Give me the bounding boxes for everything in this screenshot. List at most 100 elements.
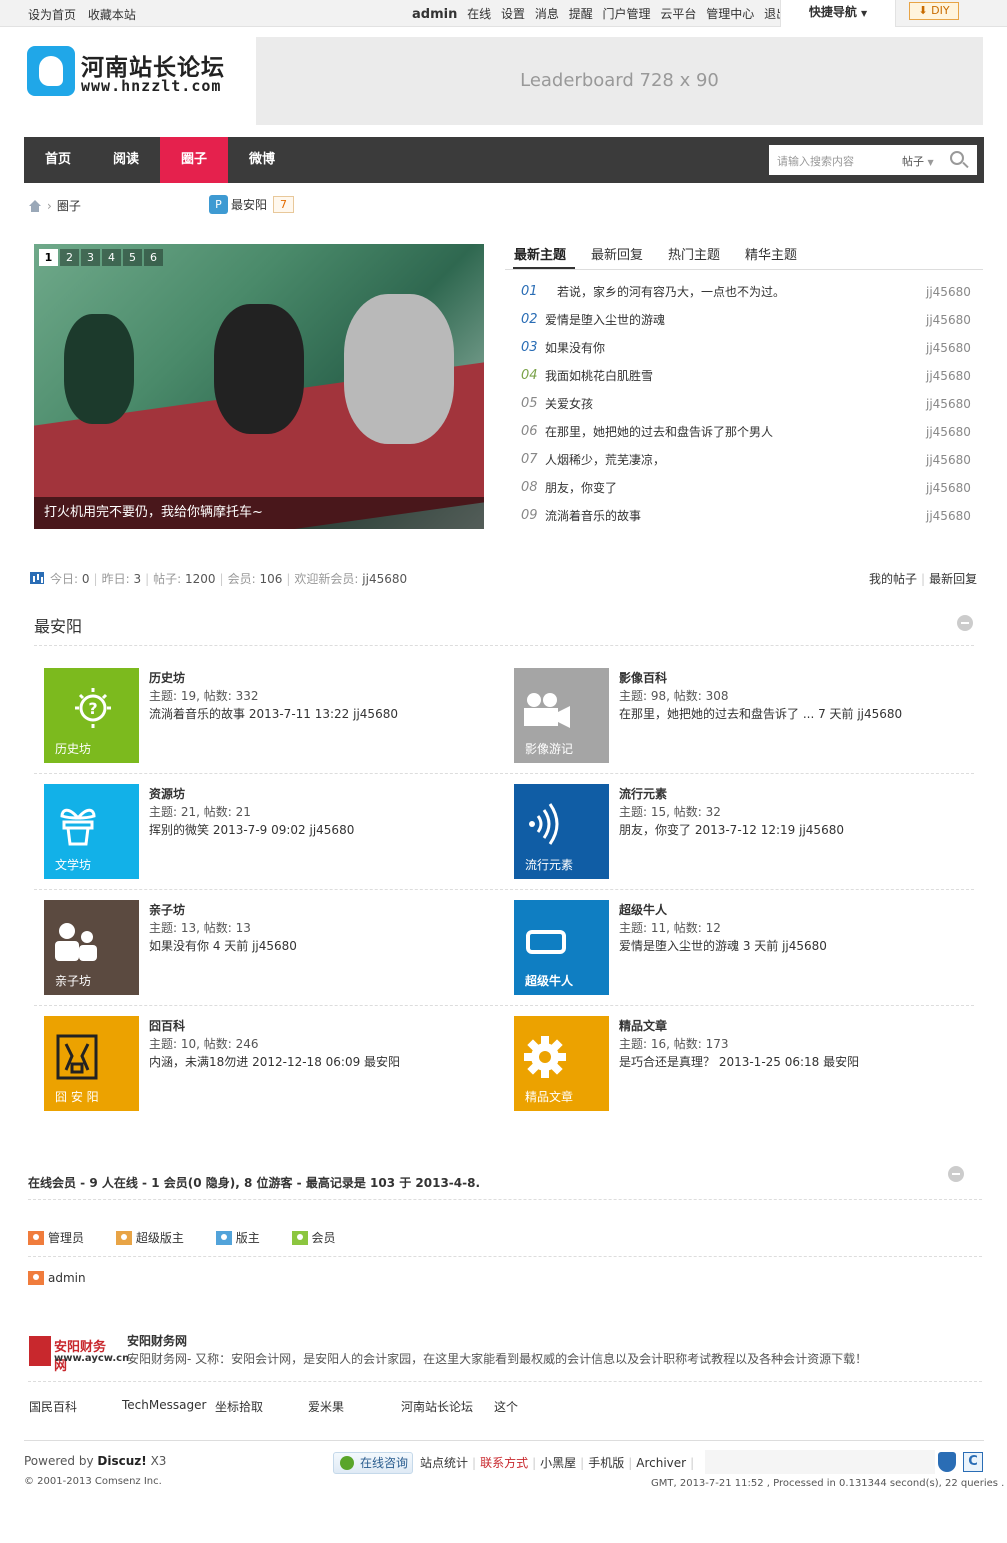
thread-subject[interactable]: 人烟稀少，荒芜凄凉， — [545, 446, 665, 474]
forum-tile[interactable]: ? 历史坊 — [44, 668, 139, 763]
tab-latest-threads[interactable]: 最新主题 — [514, 244, 566, 263]
tab-digest-threads[interactable]: 精华主题 — [745, 244, 797, 263]
forum-last-post[interactable]: 内涵，未满18勿进 2012-12-18 06:09 最安阳 — [149, 1053, 400, 1070]
thread-author[interactable]: jj45680 — [926, 474, 971, 502]
text-link[interactable]: 河南站长论坛 — [401, 1398, 473, 1415]
forum-last-post[interactable]: 爱情是堕入尘世的游魂 3 天前 jj45680 — [619, 937, 827, 954]
forum-tile[interactable]: 精品文章 — [514, 1016, 609, 1111]
forum-last-post[interactable]: 朋友，你变了 2013-7-12 12:19 jj45680 — [619, 821, 844, 838]
bookmark-link[interactable]: 收藏本站 — [88, 8, 136, 22]
tab-hot-threads[interactable]: 热门主题 — [668, 244, 720, 263]
forum-item[interactable]: 流行元素 流行元素 主题: 15, 帖数: 32 朋友，你变了 2013-7-1… — [514, 784, 974, 880]
slider-page-button[interactable]: 6 — [144, 249, 163, 266]
slider-page-button[interactable]: 4 — [102, 249, 121, 266]
circle-tag[interactable]: P 最安阳 7 — [209, 195, 295, 214]
forum-tile[interactable]: 超级牛人 — [514, 900, 609, 995]
forum-name[interactable]: 囧百科 — [149, 1017, 185, 1034]
text-link[interactable]: 坐标拾取 — [215, 1398, 263, 1415]
nav-item-read[interactable]: 阅读 — [92, 137, 160, 183]
forum-item[interactable]: 精品文章 精品文章 主题: 16, 帖数: 173 是巧合还是真理？ 2013-… — [514, 1016, 974, 1112]
username-link[interactable]: admin — [412, 7, 457, 22]
site-logo[interactable]: 河南站长论坛 www.hnzzlt.com — [27, 46, 227, 98]
online-link[interactable]: 在线 — [467, 7, 491, 21]
thread-subject[interactable]: 在那里，她把她的过去和盘告诉了那个男人 — [545, 418, 773, 446]
thread-subject[interactable]: 爱情是堕入尘世的游魂 — [545, 306, 665, 334]
thread-author[interactable]: jj45680 — [926, 390, 971, 418]
thread-subject[interactable]: 朋友，你变了 — [545, 474, 617, 502]
search-type-select[interactable]: 帖子 ▼ — [902, 153, 934, 169]
forum-last-post[interactable]: 流淌着音乐的故事 2013-7-11 13:22 jj45680 — [149, 705, 398, 722]
my-posts-link[interactable]: 我的帖子 — [869, 572, 917, 586]
search-icon[interactable] — [950, 151, 964, 165]
online-username[interactable]: admin — [48, 1271, 86, 1285]
forum-tile[interactable]: 亲子坊 — [44, 900, 139, 995]
forum-name[interactable]: 历史坊 — [149, 669, 185, 686]
forum-name[interactable]: 流行元素 — [619, 785, 667, 802]
thread-row[interactable]: 09 流淌着音乐的故事 jj45680 — [505, 502, 983, 530]
set-homepage-link[interactable]: 设为首页 — [28, 8, 76, 22]
site-stats-link[interactable]: 站点统计 — [420, 1456, 468, 1470]
nav-item-circle[interactable]: 圈子 — [160, 137, 228, 183]
thread-row[interactable]: 03 如果没有你 jj45680 — [505, 334, 983, 362]
thread-row[interactable]: 08 朋友，你变了 jj45680 — [505, 474, 983, 502]
forum-name[interactable]: 影像百科 — [619, 669, 667, 686]
quick-nav-button[interactable]: 快捷导航 ▼ — [780, 0, 896, 27]
forum-name[interactable]: 资源坊 — [149, 785, 185, 802]
thread-author[interactable]: jj45680 — [926, 306, 971, 334]
contact-link[interactable]: 联系方式 — [480, 1456, 528, 1470]
online-consult-button[interactable]: 在线咨询 — [333, 1452, 413, 1474]
archiver-link[interactable]: Archiver — [636, 1456, 686, 1470]
forum-item[interactable]: 囧 安 阳 囧百科 主题: 10, 帖数: 246 内涵，未满18勿进 2012… — [44, 1016, 504, 1112]
thread-author[interactable]: jj45680 — [926, 418, 971, 446]
search-input[interactable]: 请输入搜索内容 — [777, 153, 854, 169]
forum-last-post[interactable]: 如果没有你 4 天前 jj45680 — [149, 937, 297, 954]
discuz-link[interactable]: Discuz! — [97, 1454, 146, 1468]
text-link[interactable]: TechMessager — [122, 1398, 206, 1412]
blacklist-link[interactable]: 小黑屋 — [540, 1456, 576, 1470]
leaderboard-ad[interactable]: Leaderboard 728 x 90 — [256, 37, 983, 125]
breadcrumb-current[interactable]: 圈子 — [57, 199, 81, 213]
thread-subject[interactable]: 如果没有你 — [545, 334, 605, 362]
thread-row[interactable]: 01 若说，家乡的河有容乃大，一点也不为过。 jj45680 — [505, 278, 983, 306]
thread-subject[interactable]: 若说，家乡的河有容乃大，一点也不为过。 — [557, 278, 785, 306]
online-summary[interactable]: 在线会员 - 9 人在线 - 1 会员(0 隐身), 8 位游客 - 最高记录是… — [28, 1174, 480, 1191]
diy-button[interactable]: ⬇ DIY — [909, 2, 959, 20]
text-link[interactable]: 这个 — [494, 1398, 518, 1415]
slide-caption[interactable]: 打火机用完不要仍，我给你辆摩托车~ — [34, 497, 484, 529]
thread-author[interactable]: jj45680 — [926, 278, 971, 306]
forum-tile[interactable]: 囧 安 阳 — [44, 1016, 139, 1111]
forum-tile[interactable]: 流行元素 — [514, 784, 609, 879]
cloud-platform-link[interactable]: 云平台 — [660, 7, 696, 21]
mobile-link[interactable]: 手机版 — [588, 1456, 624, 1470]
nav-item-weibo[interactable]: 微博 — [228, 137, 296, 183]
cnzz-icon[interactable]: C — [963, 1452, 983, 1472]
forum-tile[interactable]: 文学坊 — [44, 784, 139, 879]
thread-author[interactable]: jj45680 — [926, 502, 971, 530]
forum-last-post[interactable]: 是巧合还是真理？ 2013-1-25 06:18 最安阳 — [619, 1053, 859, 1070]
thread-author[interactable]: jj45680 — [926, 334, 971, 362]
slider-page-button[interactable]: 1 — [39, 249, 58, 266]
thread-subject[interactable]: 关爱女孩 — [545, 390, 593, 418]
settings-link[interactable]: 设置 — [501, 7, 525, 21]
forum-last-post[interactable]: 在那里，她把她的过去和盘告诉了 ... 7 天前 jj45680 — [619, 705, 902, 722]
thread-row[interactable]: 02 爱情是堕入尘世的游魂 jj45680 — [505, 306, 983, 334]
thread-author[interactable]: jj45680 — [926, 446, 971, 474]
reminders-link[interactable]: 提醒 — [569, 7, 593, 21]
forum-item[interactable]: 超级牛人 超级牛人 主题: 11, 帖数: 12 爱情是堕入尘世的游魂 3 天前… — [514, 900, 974, 996]
slider-page-button[interactable]: 5 — [123, 249, 142, 266]
friend-link-logo[interactable]: 安阳财务网 www.aycw.cn — [29, 1336, 129, 1374]
thread-row[interactable]: 04 我面如桃花白肌胜雪 jj45680 — [505, 362, 983, 390]
online-user[interactable]: admin — [28, 1271, 86, 1285]
forum-name[interactable]: 超级牛人 — [619, 901, 667, 918]
newest-member-link[interactable]: jj45680 — [362, 572, 407, 586]
thread-author[interactable]: jj45680 — [926, 362, 971, 390]
text-link[interactable]: 国民百科 — [29, 1398, 77, 1415]
tab-latest-replies[interactable]: 最新回复 — [591, 244, 643, 263]
forum-item[interactable]: 文学坊 资源坊 主题: 21, 帖数: 21 挥别的微笑 2013-7-9 09… — [44, 784, 504, 880]
forum-tile[interactable]: 影像游记 — [514, 668, 609, 763]
messages-link[interactable]: 消息 — [535, 7, 559, 21]
forum-item[interactable]: ? 历史坊 历史坊 主题: 19, 帖数: 332 流淌着音乐的故事 2013-… — [44, 668, 504, 764]
friend-link-name[interactable]: 安阳财务网 — [127, 1332, 187, 1349]
forum-item[interactable]: 亲子坊 亲子坊 主题: 13, 帖数: 13 如果没有你 4 天前 jj4568… — [44, 900, 504, 996]
image-slider[interactable]: 123456 打火机用完不要仍，我给你辆摩托车~ — [34, 244, 484, 529]
